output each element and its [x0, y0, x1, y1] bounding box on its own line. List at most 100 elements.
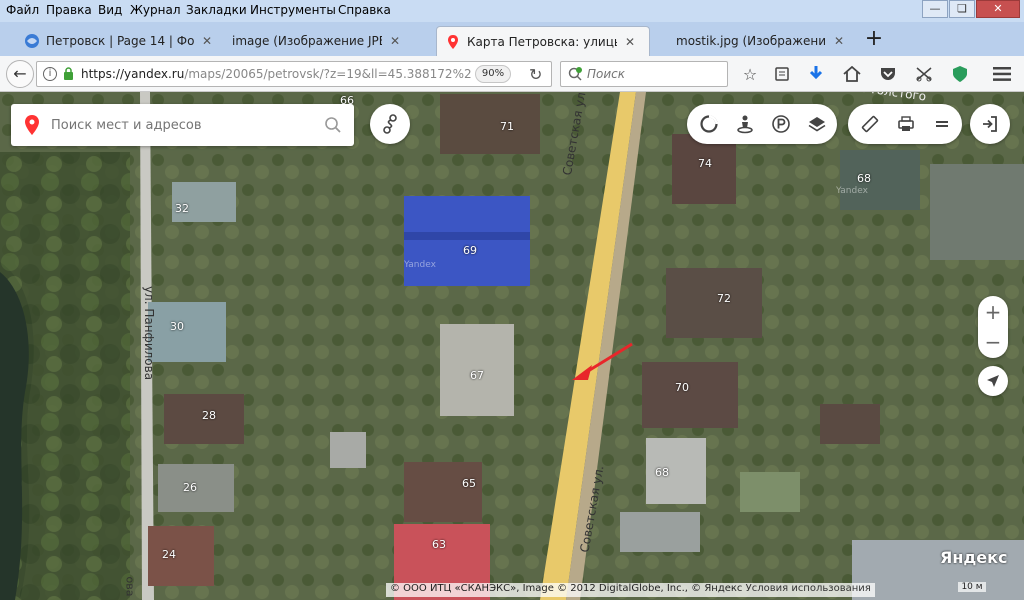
- zoom-control: + −: [978, 296, 1008, 358]
- traffic-icon: [700, 115, 718, 133]
- printer-icon: [898, 116, 914, 131]
- routes-button[interactable]: [370, 104, 410, 144]
- screenshot-icon[interactable]: [914, 64, 934, 84]
- map-layers-button[interactable]: [799, 104, 835, 144]
- browser-search-bar[interactable]: [560, 61, 728, 87]
- url-host: https://yandex.ru: [81, 67, 185, 81]
- tab-close-icon[interactable]: ✕: [202, 34, 212, 48]
- ruler-button[interactable]: [852, 104, 888, 144]
- parking-icon: [772, 115, 790, 133]
- route-icon: [383, 114, 397, 134]
- tab-label: Карта Петровска: улицы, до: [467, 34, 617, 49]
- house-number[interactable]: 68: [655, 466, 669, 479]
- menu-lines-icon: [936, 121, 948, 127]
- info-icon[interactable]: i: [43, 67, 57, 81]
- tab-yandex-map[interactable]: Карта Петровска: улицы, до ✕: [436, 26, 650, 56]
- panorama-button[interactable]: [727, 104, 763, 144]
- panorama-person-icon: [737, 115, 753, 134]
- home-icon[interactable]: [842, 64, 862, 84]
- back-button[interactable]: ←: [6, 60, 34, 88]
- tab-label: Петровск | Page 14 | Фотогр: [46, 34, 194, 48]
- house-number[interactable]: 63: [432, 538, 446, 551]
- map-scale: 10 м: [958, 582, 986, 596]
- lock-icon: [64, 67, 73, 80]
- tab-image-jpeg[interactable]: image (Изображение JPEG, 1680 ✕: [224, 26, 434, 56]
- menu-bookmarks[interactable]: Закладки: [186, 3, 247, 17]
- tab-mostik-jpg[interactable]: mostik.jpg (Изображение JP ✕: [668, 26, 856, 56]
- zoom-out-button[interactable]: −: [978, 328, 1008, 358]
- menu-bar: Файл Правка Вид Журнал Закладки Инструме…: [0, 0, 1024, 22]
- house-number[interactable]: 72: [717, 292, 731, 305]
- tab-close-icon[interactable]: ✕: [625, 35, 635, 49]
- map-pin-icon: [25, 115, 39, 135]
- house-number[interactable]: 28: [202, 409, 216, 422]
- yandex-watermark: Yandex: [836, 186, 868, 196]
- hamburger-menu-icon[interactable]: [992, 64, 1012, 84]
- menu-edit[interactable]: Правка: [46, 3, 92, 17]
- traffic-button[interactable]: [691, 104, 727, 144]
- yandex-watermark: Yandex: [404, 260, 436, 270]
- reload-icon[interactable]: ↻: [529, 65, 542, 84]
- house-number[interactable]: 74: [698, 157, 712, 170]
- location-arrow-icon: [987, 375, 999, 387]
- zoom-level-badge[interactable]: 90%: [475, 65, 511, 83]
- downloads-icon[interactable]: [806, 64, 826, 84]
- tab-close-icon[interactable]: ✕: [834, 34, 844, 48]
- bookmark-star-icon[interactable]: ☆: [740, 64, 760, 84]
- search-icon[interactable]: [324, 116, 342, 134]
- map-search-box[interactable]: [11, 104, 354, 146]
- satellite-map[interactable]: 66 71 74 68 32 69 72 30 67 70 28 68 26 6…: [0, 92, 1024, 600]
- yandex-logo[interactable]: Яндекс: [940, 548, 1008, 567]
- tab-petrovsk-photos[interactable]: Петровск | Page 14 | Фотогр ✕: [16, 26, 220, 56]
- shield-extension-icon[interactable]: [950, 64, 970, 84]
- street-label-panfilova: ул. Панфилова: [142, 285, 157, 381]
- tab-close-icon[interactable]: ✕: [390, 34, 400, 48]
- minimize-icon[interactable]: —: [922, 0, 948, 18]
- house-number[interactable]: 69: [463, 244, 477, 257]
- ruler-icon: [861, 115, 879, 133]
- menu-tools[interactable]: Инструменты: [250, 3, 336, 17]
- menu-view[interactable]: Вид: [98, 3, 122, 17]
- reading-list-icon[interactable]: [772, 64, 792, 84]
- map-pin-icon: [448, 34, 458, 49]
- house-number[interactable]: 30: [170, 320, 184, 333]
- url-path: /maps/20065/petrovsk/?z=19&ll=45.388172%…: [184, 67, 471, 81]
- maximize-icon[interactable]: ❏: [949, 0, 975, 18]
- tools-toolbar: [848, 104, 962, 144]
- street-label-bottom: ова: [123, 576, 137, 597]
- new-tab-button[interactable]: +: [862, 28, 886, 52]
- parking-button[interactable]: [763, 104, 799, 144]
- zoom-in-button[interactable]: +: [978, 298, 1008, 328]
- window-controls: — ❏ ✕: [921, 0, 1020, 18]
- menu-history[interactable]: Журнал: [130, 3, 181, 17]
- pocket-icon[interactable]: [878, 64, 898, 84]
- tab-strip: Петровск | Page 14 | Фотогр ✕ image (Изо…: [0, 22, 1024, 56]
- more-menu-button[interactable]: [924, 104, 960, 144]
- house-number[interactable]: 26: [183, 481, 197, 494]
- map-search-input[interactable]: [51, 115, 321, 135]
- tab-label: mostik.jpg (Изображение JP: [676, 34, 826, 48]
- house-number[interactable]: 24: [162, 548, 176, 561]
- search-engine-icon[interactable]: [567, 67, 583, 81]
- menu-help[interactable]: Справка: [338, 3, 391, 17]
- print-button[interactable]: [888, 104, 924, 144]
- tab-label: image (Изображение JPEG, 1680: [232, 34, 382, 48]
- menu-file[interactable]: Файл: [6, 3, 39, 17]
- layers-toolbar: [687, 104, 837, 144]
- map-copyright: © ООО ИТЦ «СКАНЭКС», Image © 2012 Digita…: [386, 583, 875, 597]
- terms-link[interactable]: Условия использования: [746, 583, 871, 594]
- house-number[interactable]: 68: [857, 172, 871, 185]
- browser-search-input[interactable]: [587, 65, 723, 83]
- login-button[interactable]: [970, 104, 1010, 144]
- house-number[interactable]: 65: [462, 477, 476, 490]
- url-bar[interactable]: i https://yandex.ru/maps/20065/petrovsk/…: [36, 61, 552, 87]
- url-text[interactable]: https://yandex.ru/maps/20065/petrovsk/?z…: [81, 67, 471, 81]
- site-favicon-icon: [25, 34, 39, 48]
- house-number[interactable]: 67: [470, 369, 484, 382]
- layers-icon: [808, 117, 826, 132]
- house-number[interactable]: 70: [675, 381, 689, 394]
- house-number[interactable]: 32: [175, 202, 189, 215]
- close-window-icon[interactable]: ✕: [976, 0, 1020, 18]
- house-number[interactable]: 71: [500, 120, 514, 133]
- geolocation-button[interactable]: [978, 366, 1008, 396]
